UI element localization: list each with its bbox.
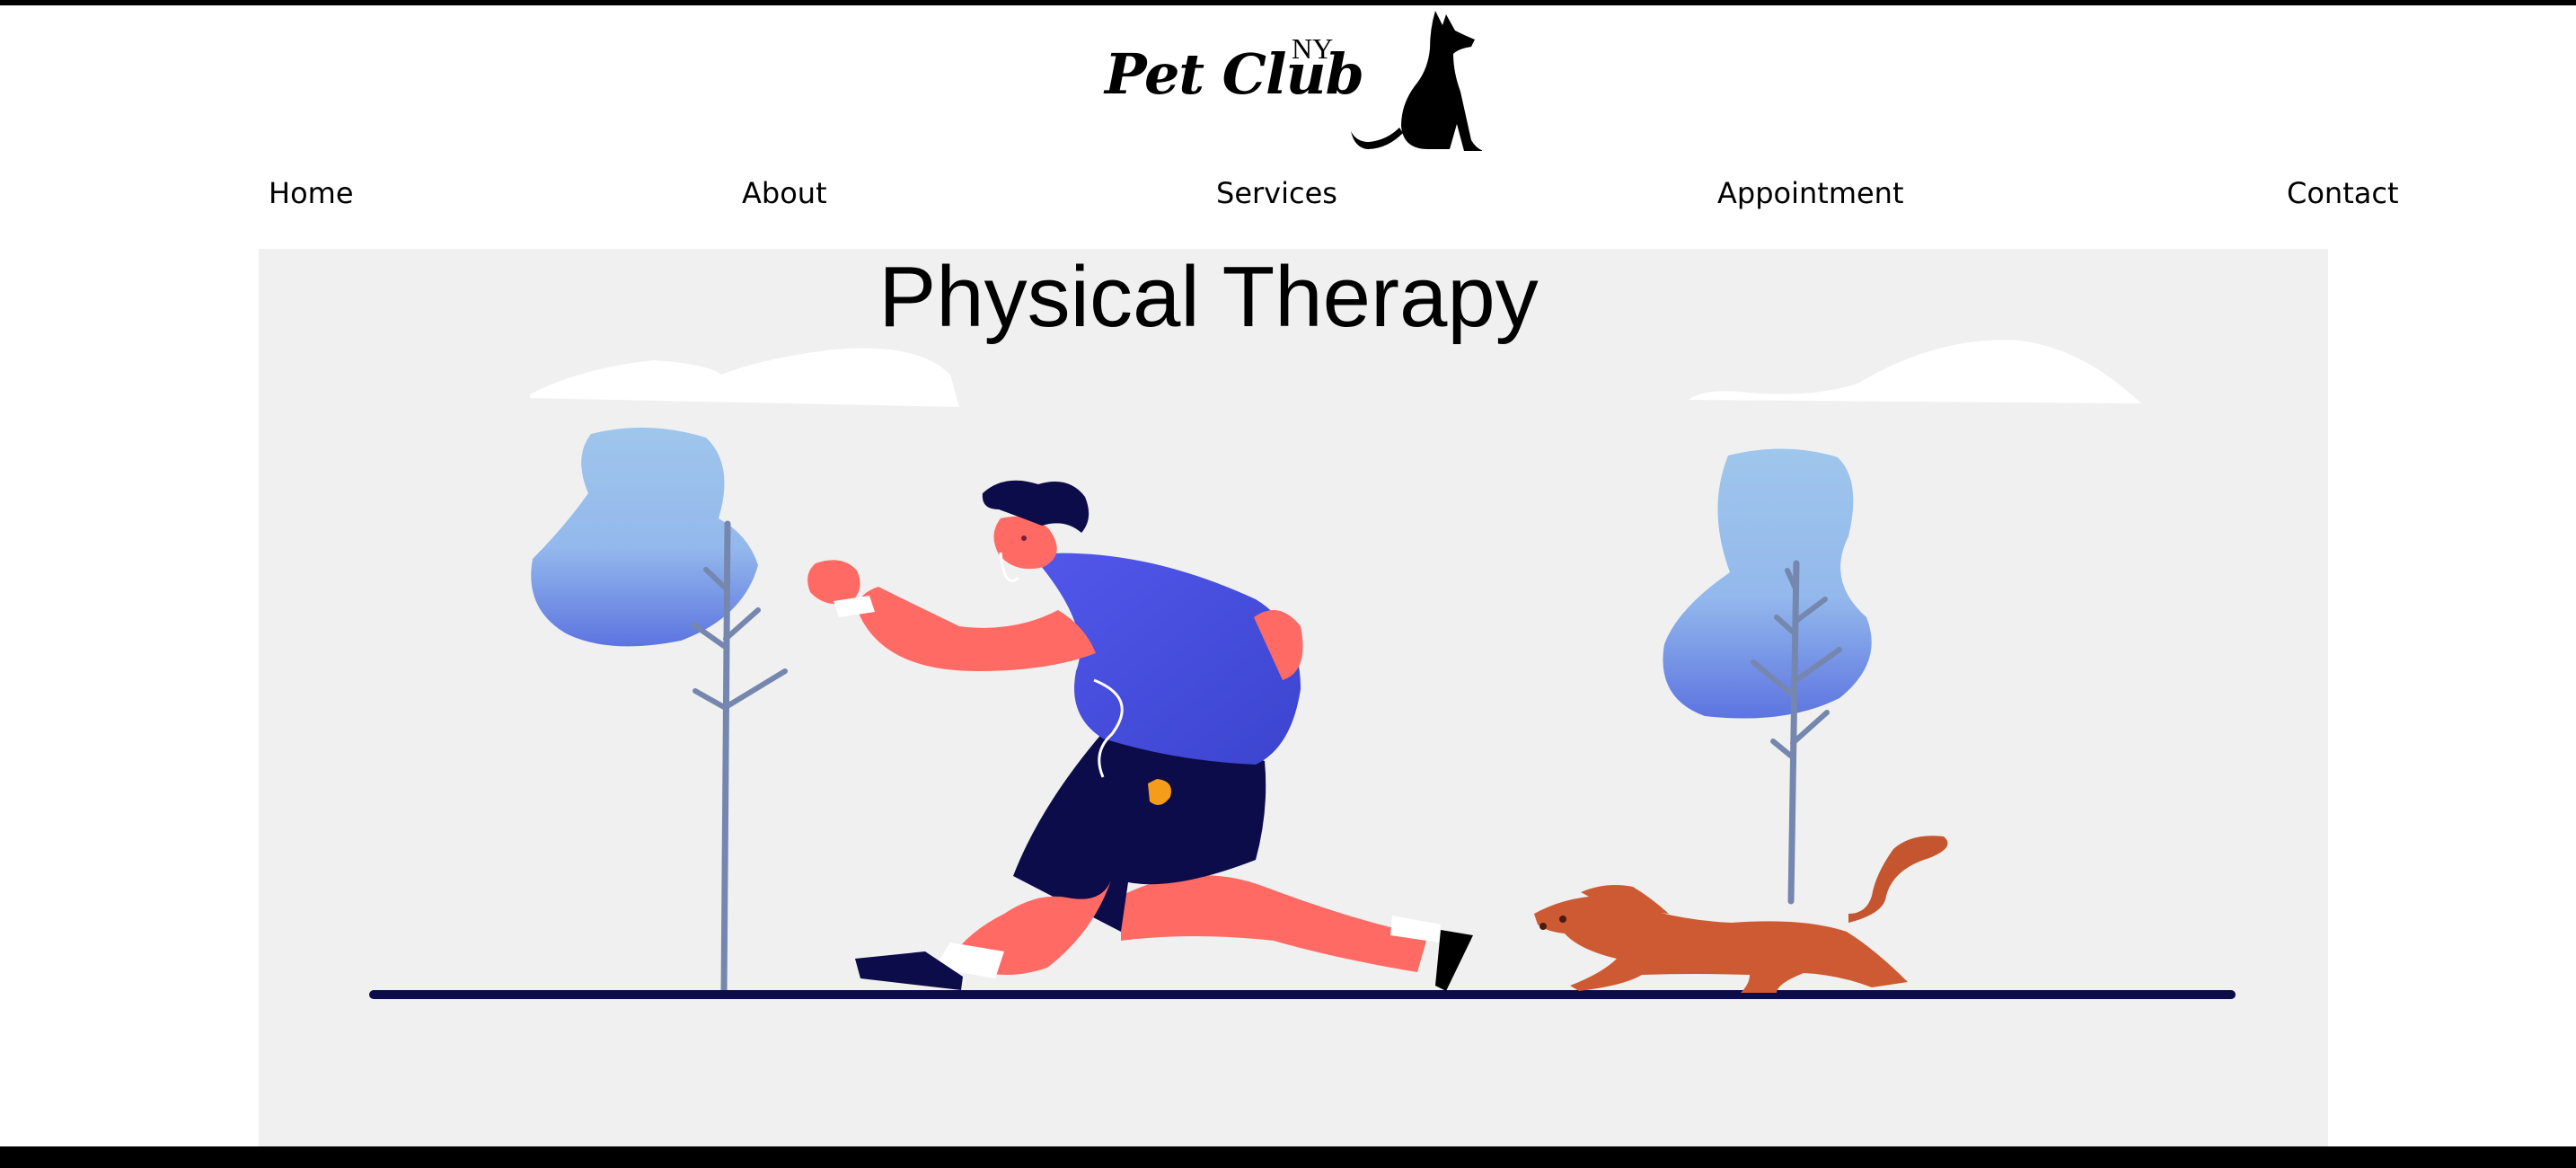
- runner-with-dog-illustration: [369, 340, 2236, 999]
- brand-logo[interactable]: Pet Club NY: [1105, 5, 1482, 158]
- nav-about[interactable]: About: [742, 176, 827, 210]
- tree-right: [1663, 448, 1872, 905]
- hero-title: Physical Therapy: [878, 249, 1539, 345]
- hero-section: Physical Therapy: [259, 249, 2328, 1146]
- cloud-left: [530, 348, 959, 407]
- dog-figure: [1534, 836, 1948, 993]
- brand-superscript: NY: [1292, 32, 1334, 65]
- sitting-dog-icon: [1351, 11, 1482, 151]
- nav-home[interactable]: Home: [269, 176, 354, 210]
- main-nav: Home About Services Appointment Contact: [0, 176, 2576, 230]
- nav-services[interactable]: Services: [1216, 176, 1337, 210]
- nav-contact[interactable]: Contact: [2287, 176, 2399, 210]
- runner-figure: [807, 480, 1473, 991]
- nav-appointment[interactable]: Appointment: [1717, 176, 1904, 210]
- tree-left: [531, 427, 788, 996]
- bottom-bar: [0, 1146, 2576, 1168]
- cloud-right: [1689, 340, 2141, 403]
